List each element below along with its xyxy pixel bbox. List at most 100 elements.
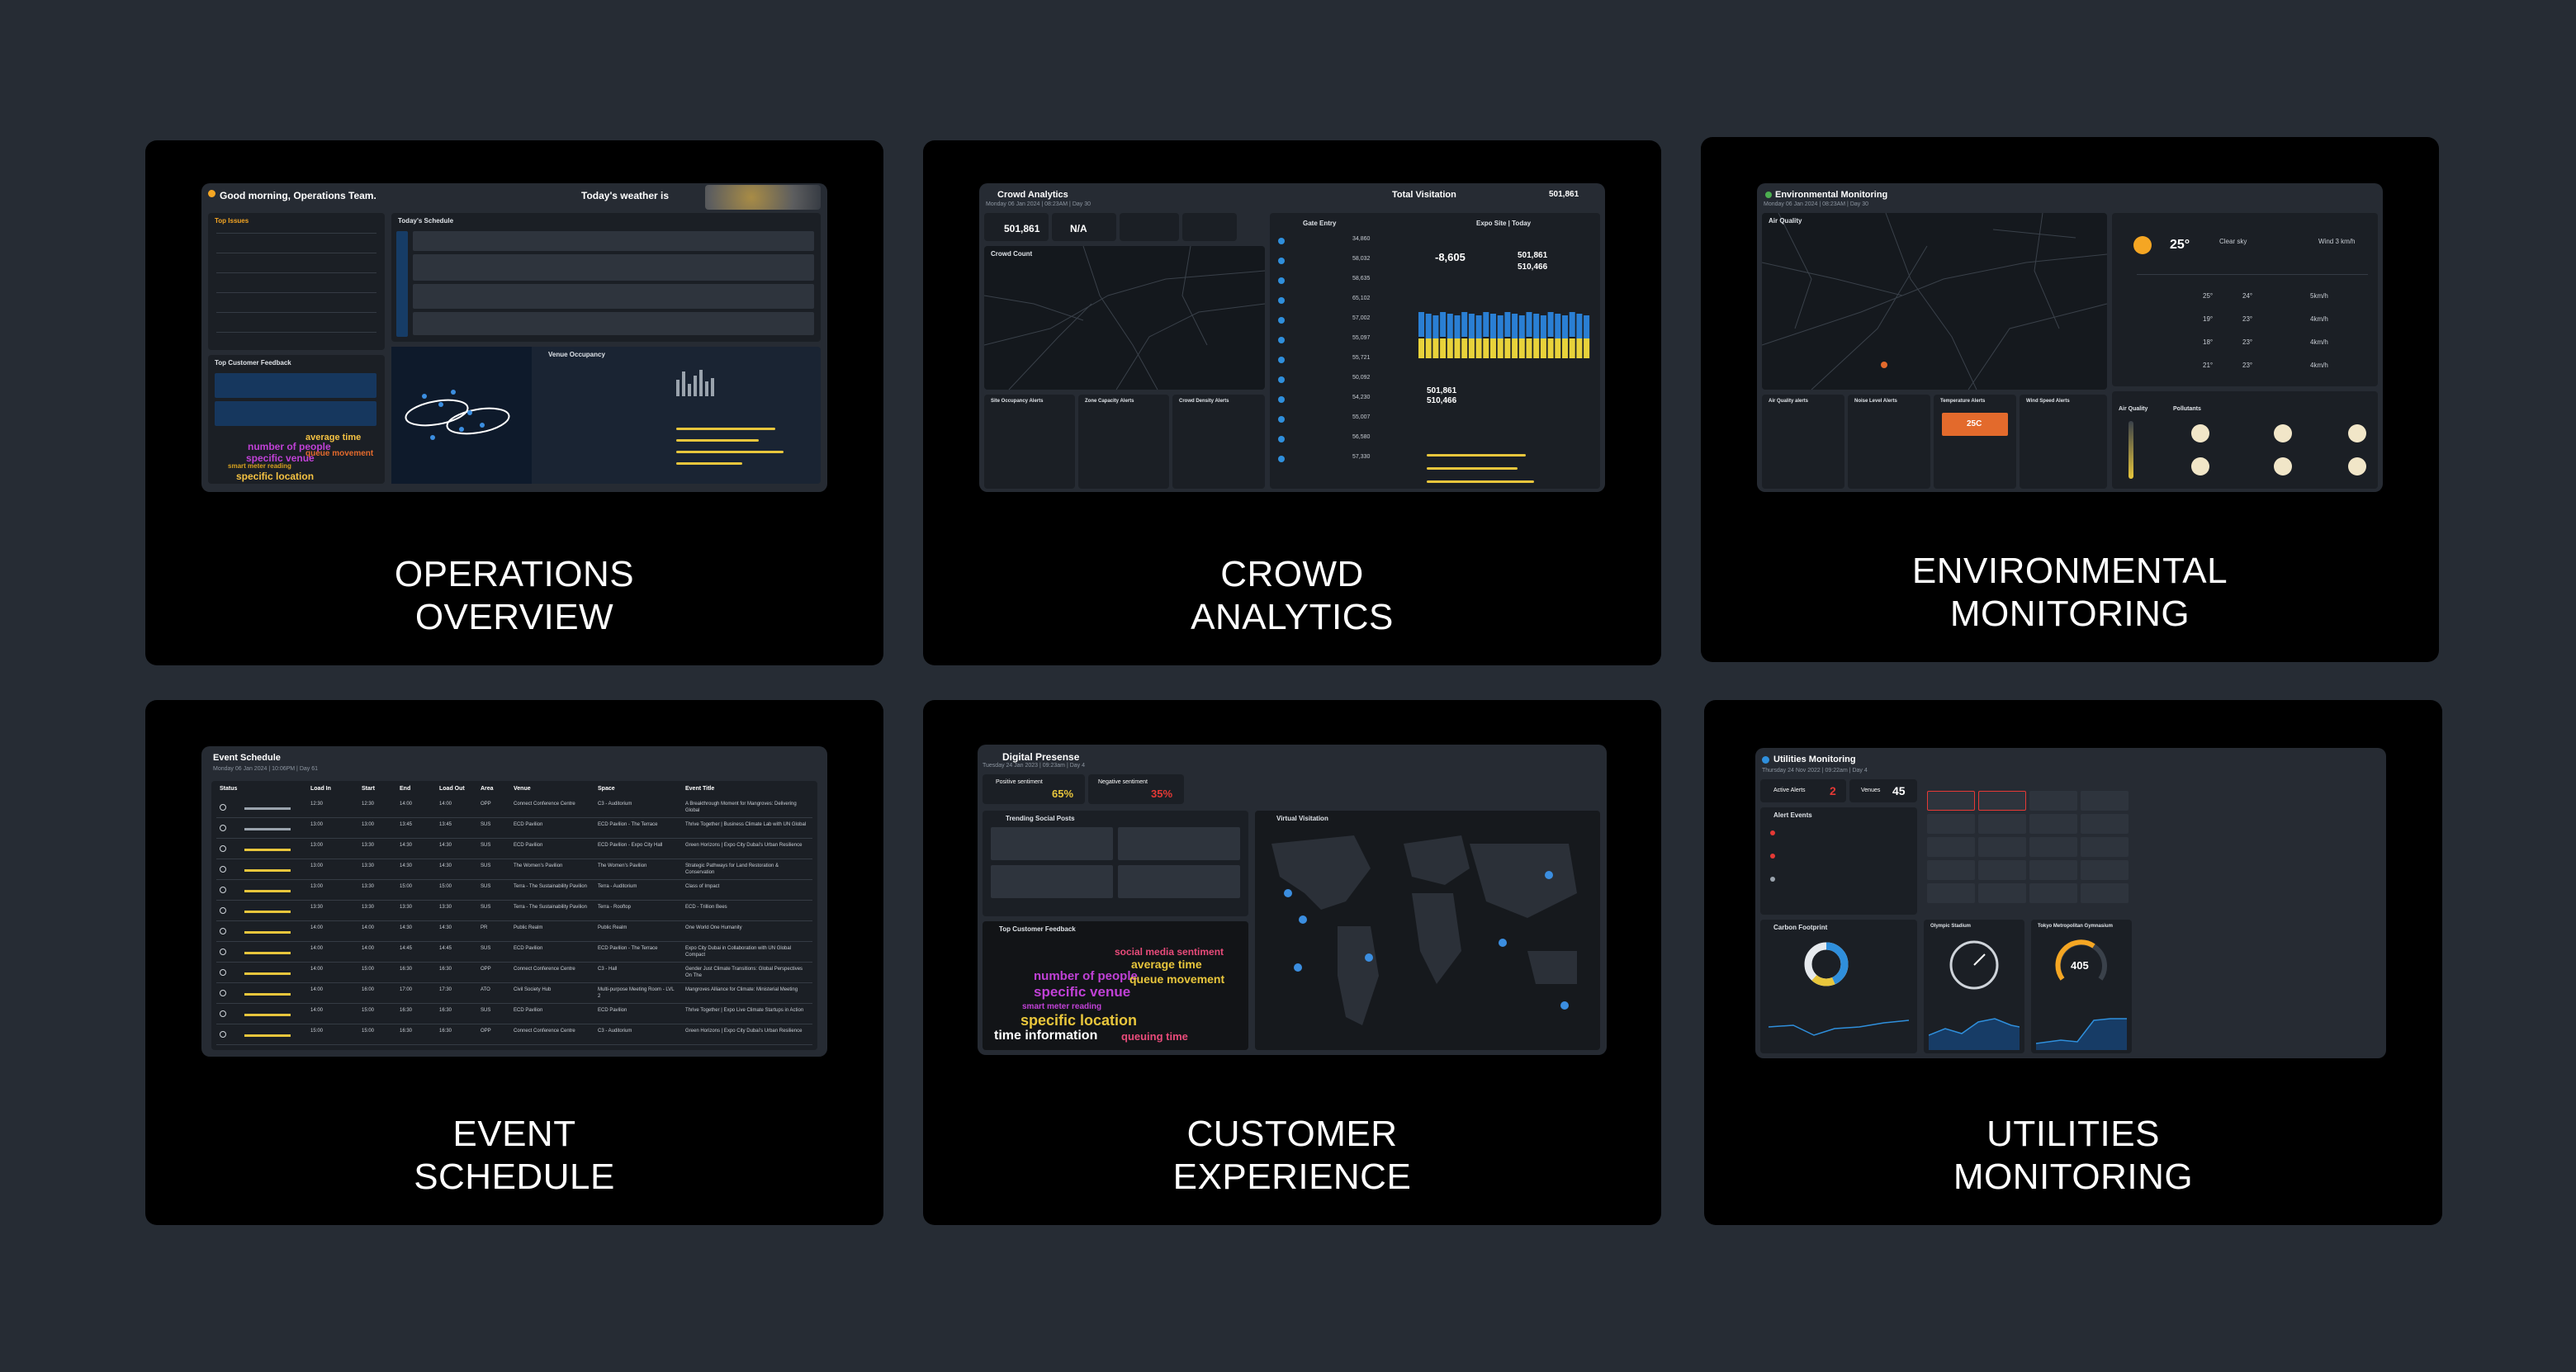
table-cell: SUS bbox=[481, 884, 491, 889]
gate-value: 55,721 bbox=[1352, 355, 1371, 361]
gate-icon bbox=[1278, 456, 1285, 462]
venue-tile[interactable] bbox=[2029, 791, 2077, 811]
table-cell: 17:30 bbox=[439, 987, 452, 992]
venue-tile[interactable] bbox=[2081, 791, 2129, 811]
column-header: Load Out bbox=[439, 786, 465, 792]
venue-tile[interactable] bbox=[1978, 814, 2026, 834]
table-cell: 12:30 bbox=[362, 802, 375, 807]
dashboard-card-environmental-monitoring[interactable]: Environmental Monitoring Monday 06 Jan 2… bbox=[1701, 137, 2439, 662]
table-cell: Public Realm bbox=[514, 925, 543, 930]
status-progress bbox=[244, 807, 291, 810]
dashboard-card-crowd-analytics[interactable]: Crowd Analytics Monday 06 Jan 2024 | 08:… bbox=[923, 140, 1661, 665]
dashboard-card-operations-overview[interactable]: Good morning, Operations Team. Today's w… bbox=[145, 140, 883, 665]
venue-tile[interactable] bbox=[1927, 860, 1975, 880]
clock-icon bbox=[220, 845, 226, 852]
expo-bar-blue bbox=[1468, 314, 1475, 338]
expo-bar-yellow bbox=[1432, 338, 1439, 358]
expo-bar-blue bbox=[1490, 314, 1496, 338]
table-cell: 13:30 bbox=[362, 863, 375, 868]
customer-experience-screenshot: Digital Presense Tuesday 24 Jan 2023 | 0… bbox=[978, 745, 1607, 1055]
card-caption: UTILITIES MONITORING bbox=[1953, 1114, 2194, 1197]
venue-tile[interactable] bbox=[1978, 860, 2026, 880]
table-cell: ECD Pavilion - The Terrace bbox=[598, 822, 658, 827]
weather-image bbox=[705, 185, 821, 210]
venue-tile[interactable] bbox=[2029, 860, 2077, 880]
gate-icon bbox=[1278, 357, 1285, 363]
venue-tile[interactable] bbox=[2029, 883, 2077, 903]
venue-tile[interactable] bbox=[2029, 837, 2077, 857]
ops-weather-label: Today's weather is bbox=[581, 190, 670, 201]
kpi-least bbox=[1182, 213, 1237, 241]
venue-tile[interactable] bbox=[2081, 883, 2129, 903]
gate-value: 50,092 bbox=[1352, 375, 1371, 381]
visitation-prev: 510,466 bbox=[1518, 263, 1548, 272]
schedule-title: Today's Schedule bbox=[398, 217, 454, 225]
expo-bar-blue bbox=[1533, 314, 1540, 338]
table-cell: The Women's Pavilion bbox=[598, 863, 647, 868]
dashboard-card-utilities-monitoring[interactable]: Utilities Monitoring Thursday 24 Nov 202… bbox=[1704, 700, 2442, 1225]
environmental-screenshot: Environmental Monitoring Monday 06 Jan 2… bbox=[1757, 183, 2383, 492]
table-cell: 13:30 bbox=[362, 884, 375, 889]
venue-tile[interactable] bbox=[2029, 814, 2077, 834]
gate-expo-panel: Gate Entry 34,860 58,032 58,635 65,102 57,00… bbox=[1270, 213, 1600, 489]
status-progress bbox=[244, 828, 291, 830]
table-cell: OPP bbox=[481, 967, 491, 972]
kpi-peak bbox=[1120, 213, 1179, 241]
column-header: Space bbox=[598, 786, 615, 792]
venue-tile[interactable] bbox=[2081, 837, 2129, 857]
expo-bar-blue bbox=[1475, 315, 1482, 340]
alert-events-panel: Alert Events bbox=[1760, 807, 1917, 915]
clock-icon bbox=[220, 990, 226, 996]
venue-tile[interactable] bbox=[1927, 837, 1975, 857]
table-cell: SUS bbox=[481, 1008, 491, 1013]
schedule-panel: Today's Schedule bbox=[391, 213, 821, 342]
venue-tile[interactable] bbox=[2081, 860, 2129, 880]
clock-icon bbox=[220, 1031, 226, 1038]
venue-occupancy-panel: Venue Occupancy bbox=[391, 347, 821, 484]
table-cell: 13:30 bbox=[310, 905, 324, 910]
expo-bar-blue bbox=[1576, 314, 1583, 338]
venue-tile[interactable] bbox=[1927, 883, 1975, 903]
expo-bar-blue bbox=[1432, 315, 1439, 340]
table-cell: ECD - Trillion Bees bbox=[685, 905, 727, 910]
table-cell: 14:00 bbox=[362, 925, 375, 930]
feedback-panel: Top Customer Feedback average time numbe… bbox=[208, 355, 385, 484]
venue-tile[interactable] bbox=[2081, 814, 2129, 834]
world-map bbox=[1271, 835, 1577, 1025]
table-cell: ECD Pavilion bbox=[514, 1008, 543, 1013]
table-cell: ECD Pavilion - Expo City Hall bbox=[598, 843, 663, 848]
expo-bar-yellow bbox=[1483, 338, 1489, 358]
dashboard-card-event-schedule[interactable]: Event Schedule Monday 06 Jan 2024 | 10:0… bbox=[145, 700, 883, 1225]
table-cell: 16:30 bbox=[439, 967, 452, 972]
virtual-visitation-panel: Virtual Visitation bbox=[1255, 811, 1600, 1050]
trending-posts-panel: Trending Social Posts bbox=[983, 811, 1248, 916]
dashboard-card-customer-experience[interactable]: Digital Presense Tuesday 24 Jan 2023 | 0… bbox=[923, 700, 1661, 1225]
table-cell: A Breakthrough Moment for Mangroves: Del… bbox=[685, 802, 797, 813]
venue-tile[interactable] bbox=[1978, 837, 2026, 857]
table-cell: 14:30 bbox=[439, 863, 452, 868]
word-smart-meter: smart meter reading bbox=[228, 462, 291, 470]
venue-tile[interactable] bbox=[1978, 883, 2026, 903]
status-progress bbox=[244, 972, 291, 975]
table-cell: 14:30 bbox=[439, 843, 452, 848]
expo-bar-yellow bbox=[1461, 338, 1468, 358]
crowd-count-title: Crowd Count bbox=[991, 250, 1033, 258]
venue-tile[interactable] bbox=[1978, 791, 2026, 811]
table-cell: Terra - Auditorium bbox=[598, 884, 637, 889]
table-cell: 14:00 bbox=[400, 802, 413, 807]
gate-value: 55,007 bbox=[1352, 414, 1371, 420]
table-cell: 14:30 bbox=[400, 843, 413, 848]
table-cell: Mangroves Alliance for Climate: Minister… bbox=[685, 987, 798, 992]
venue-tile[interactable] bbox=[1927, 814, 1975, 834]
table-cell: Green Horizons | Expo City Dubai's Urban… bbox=[685, 1029, 803, 1034]
status-progress bbox=[244, 1014, 291, 1016]
venue-tile[interactable] bbox=[1927, 791, 1975, 811]
column-header: Event Title bbox=[685, 786, 715, 792]
air-quality-title: Air Quality bbox=[1769, 217, 1802, 225]
usage-chart-2 bbox=[2036, 1018, 2127, 1050]
gauge-panel-1: Olympic Stadium bbox=[1924, 920, 2024, 1053]
table-cell: Connect Conference Centre bbox=[514, 967, 575, 972]
table-cell: Class of Impact bbox=[685, 884, 720, 889]
util-title: Utilities Monitoring bbox=[1773, 755, 1856, 764]
expo-bar-blue bbox=[1497, 315, 1503, 340]
